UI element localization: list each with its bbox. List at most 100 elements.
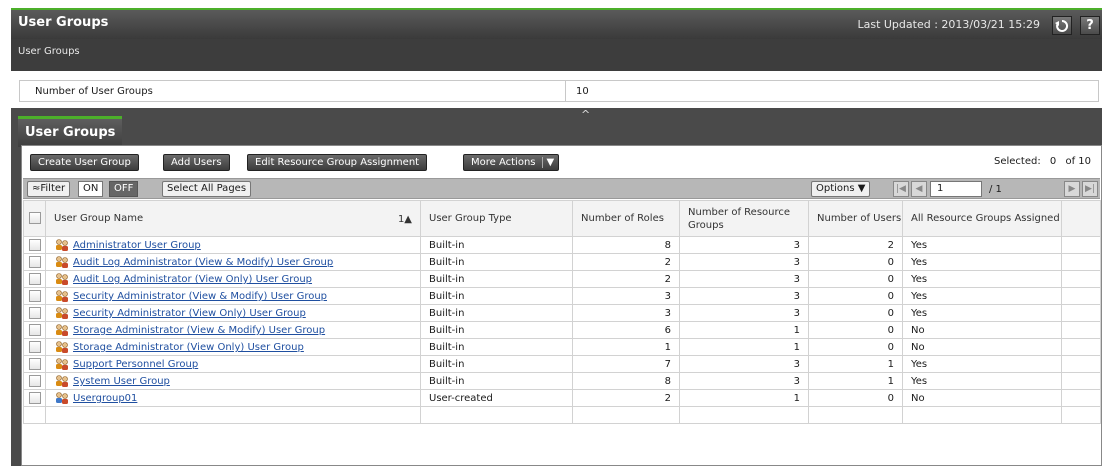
column-header-resource-groups[interactable]: Number of Resource Groups [679,200,809,237]
select-all-pages-button[interactable]: Select All Pages [162,181,252,197]
help-button[interactable]: ? [1080,16,1100,35]
cell-users: 0 [808,304,903,322]
more-actions-button[interactable]: More Actions ▼ [463,154,560,171]
builtin-group-icon [56,290,68,302]
row-checkbox[interactable] [28,273,41,285]
create-user-group-button[interactable]: Create User Group [30,154,139,171]
user-group-link[interactable]: System User Group [73,376,170,387]
column-header-roles[interactable]: Number of Roles [572,200,680,237]
user-group-link[interactable]: Storage Administrator (View Only) User G… [73,342,304,353]
cell-all-resource-groups: Yes [902,287,1062,305]
row-checkbox[interactable] [28,256,41,268]
refresh-button[interactable] [1052,16,1072,35]
user-group-link[interactable]: Administrator User Group [73,240,201,251]
user-group-link[interactable]: Usergroup01 [73,393,137,404]
next-page-icon[interactable]: ▶ [1064,181,1080,197]
row-checkbox[interactable] [28,239,41,251]
column-header-name[interactable]: User Group Name 1▲ [45,200,421,237]
cell-roles: 2 [572,270,680,288]
cell-all-resource-groups: Yes [902,253,1062,271]
cell-roles: 3 [572,287,680,305]
column-header-users[interactable]: Number of Users [808,200,903,237]
first-page-icon[interactable]: |◀ [893,181,909,197]
row-checkbox[interactable] [28,392,41,404]
selected-count: 0 [1049,156,1057,167]
prev-page-icon[interactable]: ◀ [911,181,927,197]
row-select-cell [23,236,46,254]
table-row[interactable]: Security Administrator (View & Modify) U… [23,287,1101,305]
table-row[interactable]: Storage Administrator (View Only) User G… [23,338,1101,356]
builtin-group-icon [56,341,68,353]
user-group-link[interactable]: Audit Log Administrator (View & Modify) … [73,257,333,268]
cell-resource-groups: 3 [679,304,809,322]
cell-name: Support Personnel Group [45,355,421,373]
cell-spacer [1061,338,1101,356]
column-header-type[interactable]: User Group Type [420,200,573,237]
filter-on-toggle[interactable]: ON [78,181,104,197]
empty-cell [808,406,903,424]
selected-total: of 10 [1065,156,1091,167]
select-all-cell [23,200,46,237]
select-all-checkbox[interactable] [28,212,41,224]
cell-users: 0 [808,338,903,356]
cell-users: 2 [808,236,903,254]
table-row[interactable]: Support Personnel Group Built-in 7 3 1 Yes [23,355,1101,373]
cell-name: Storage Administrator (View & Modify) Us… [45,321,421,339]
table-row[interactable]: Security Administrator (View Only) User … [23,304,1101,322]
table-row[interactable]: Storage Administrator (View & Modify) Us… [23,321,1101,339]
empty-cell [572,406,680,424]
cell-all-resource-groups: No [902,389,1062,407]
filter-off-toggle[interactable]: OFF [109,181,139,197]
page-total: / 1 [989,184,1002,195]
user-group-link[interactable]: Support Personnel Group [73,359,198,370]
column-header-all-resource-groups[interactable]: All Resource Groups Assigned [902,200,1062,237]
empty-cell [420,406,573,424]
filter-button[interactable]: ≈Filter [27,181,71,197]
row-checkbox[interactable] [28,341,41,353]
cell-resource-groups: 1 [679,321,809,339]
collapse-toggle[interactable]: ^ [581,108,590,121]
edit-resource-group-assignment-button[interactable]: Edit Resource Group Assignment [247,154,428,171]
column-header-spacer [1061,200,1101,237]
user-group-link[interactable]: Security Administrator (View Only) User … [73,308,306,319]
row-checkbox[interactable] [28,358,41,370]
last-updated-text: Last Updated : 2013/03/21 15:29 [857,18,1040,31]
cell-all-resource-groups: No [902,338,1062,356]
table-header-row: User Group Name 1▲ User Group Type Numbe… [23,200,1101,237]
cell-type: Built-in [420,253,573,271]
row-select-cell [23,287,46,305]
table-body: Administrator User Group Built-in 8 3 2 Yes Au… [23,236,1101,424]
cell-all-resource-groups: No [902,321,1062,339]
row-checkbox[interactable] [28,375,41,387]
sort-ascending-icon: 1▲ [397,214,412,225]
cell-type: Built-in [420,304,573,322]
selected-label: Selected: [993,156,1041,167]
table-row[interactable]: System User Group Built-in 8 3 1 Yes [23,372,1101,390]
cell-name: Audit Log Administrator (View Only) User… [45,270,421,288]
builtin-group-icon [56,324,68,336]
table-row[interactable]: Usergroup01 User-created 2 1 0 No [23,389,1101,407]
table-row[interactable]: Audit Log Administrator (View Only) User… [23,270,1101,288]
cell-roles: 7 [572,355,680,373]
row-select-cell [23,372,46,390]
user-group-link[interactable]: Storage Administrator (View & Modify) Us… [73,325,325,336]
last-page-icon[interactable]: ▶| [1082,181,1098,197]
cell-spacer [1061,236,1101,254]
table-row[interactable]: Audit Log Administrator (View & Modify) … [23,253,1101,271]
user-group-link[interactable]: Security Administrator (View & Modify) U… [73,291,327,302]
row-checkbox[interactable] [28,290,41,302]
cell-resource-groups: 3 [679,372,809,390]
cell-type: Built-in [420,355,573,373]
cell-spacer [1061,304,1101,322]
options-button[interactable]: Options ▼ [811,181,871,197]
cell-name: Security Administrator (View Only) User … [45,304,421,322]
table-row[interactable]: Administrator User Group Built-in 8 3 2 Yes [23,236,1101,254]
tab-user-groups[interactable]: User Groups [18,116,122,147]
empty-row [23,406,1101,424]
user-group-link[interactable]: Audit Log Administrator (View Only) User… [73,274,312,285]
row-checkbox[interactable] [28,307,41,319]
row-checkbox[interactable] [28,324,41,336]
cell-spacer [1061,372,1101,390]
page-number-input[interactable]: 1 [930,181,982,197]
add-users-button[interactable]: Add Users [163,154,230,171]
